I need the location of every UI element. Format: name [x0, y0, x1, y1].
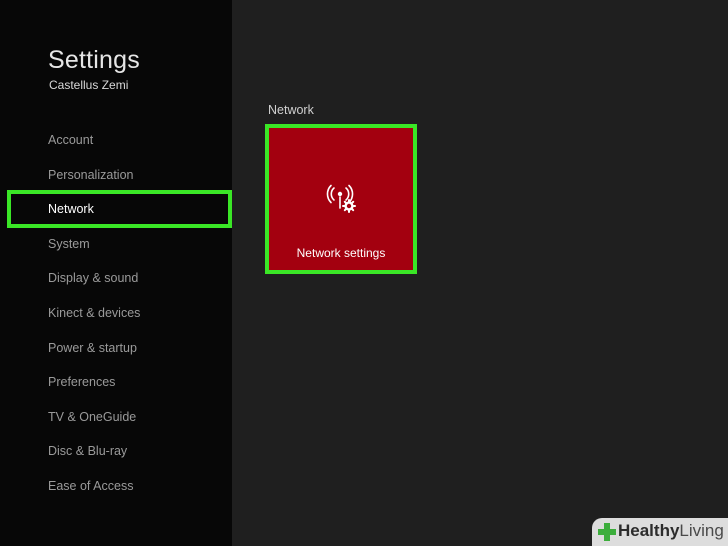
- sidebar-item-ease-of-access[interactable]: Ease of Access: [0, 469, 232, 504]
- sidebar-item-network[interactable]: Network: [0, 190, 232, 228]
- page-title: Settings: [48, 46, 140, 74]
- sidebar-item-power-startup[interactable]: Power & startup: [0, 331, 232, 366]
- sidebar-item-disc-bluray[interactable]: Disc & Blu-ray: [0, 434, 232, 469]
- network-settings-tile[interactable]: Network settings: [269, 128, 413, 270]
- watermark: HealthyLiving: [592, 518, 728, 546]
- sidebar-item-account[interactable]: Account: [0, 123, 232, 158]
- sidebar-item-kinect-devices[interactable]: Kinect & devices: [0, 296, 232, 331]
- watermark-brand-light: Living: [679, 521, 724, 540]
- sidebar-item-display-sound[interactable]: Display & sound: [0, 261, 232, 296]
- sidebar-item-system[interactable]: System: [0, 227, 232, 262]
- sidebar: Settings Castellus Zemi Account Personal…: [0, 0, 232, 546]
- tile-label: Network settings: [296, 246, 386, 260]
- sidebar-nav: Account Personalization Network System D…: [0, 123, 232, 504]
- sidebar-item-preferences[interactable]: Preferences: [0, 365, 232, 400]
- wireless-gear-icon: [325, 184, 357, 216]
- watermark-text: HealthyLiving: [618, 521, 724, 541]
- watermark-brand-bold: Healthy: [618, 521, 680, 540]
- section-label: Network: [268, 103, 314, 117]
- user-name: Castellus Zemi: [49, 78, 129, 92]
- sidebar-item-personalization[interactable]: Personalization: [0, 158, 232, 193]
- sidebar-item-tv-oneguide[interactable]: TV & OneGuide: [0, 400, 232, 435]
- plus-logo-icon: [598, 523, 616, 541]
